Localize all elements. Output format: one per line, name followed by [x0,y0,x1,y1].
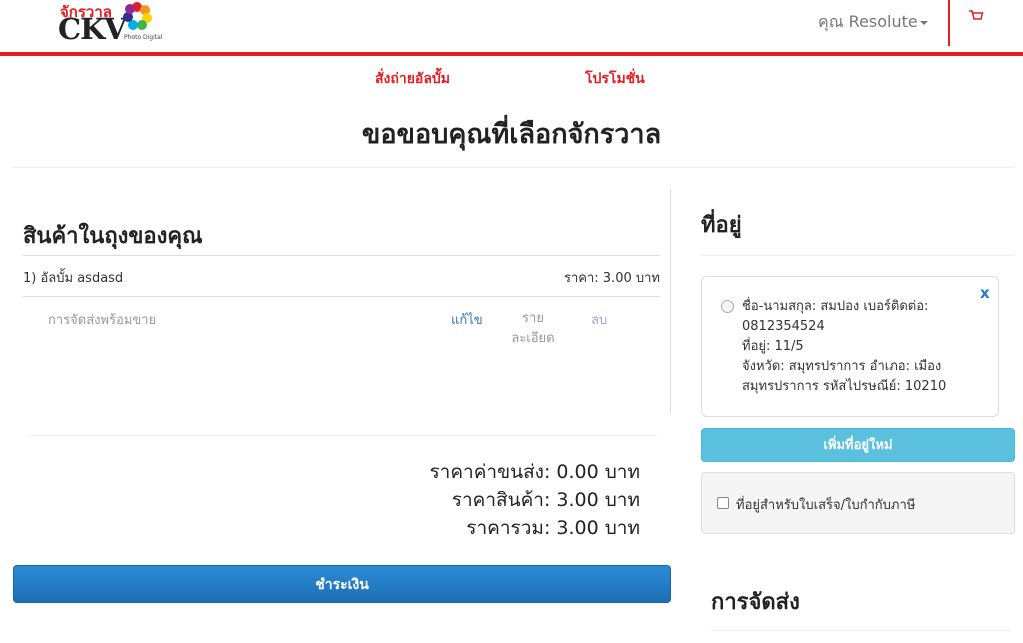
shipping-total: ราคาค่าขนส่ง: 0.00 บาท [429,461,640,483]
column-divider [670,189,671,414]
ckv-logo[interactable]: จักรวาล CKV Photo Digital [56,0,166,46]
shipping-status: การจัดส่งพร้อมขาย [48,313,157,328]
item-divider [23,296,660,297]
add-address-button[interactable]: เพิ่มที่อยู่ใหม่ [701,428,1015,462]
address-radio[interactable] [721,300,734,313]
logo-flower-icon [123,2,152,30]
tax-address-label: ที่อยู่สำหรับใบเสร็จ/ใบกำกับภาษี [736,498,916,513]
detail-link[interactable]: ราย ละเอียด [508,309,558,349]
edit-link[interactable]: แก้ไข [451,309,483,330]
pay-button[interactable]: ชำระเงิน [13,565,671,603]
top-navbar: จักรวาล CKV Photo Digital คุณ Resolute [0,0,1023,52]
product-total: ราคาสินค้า: 3.00 บาท [451,489,640,511]
delete-link[interactable]: ลบ [591,309,607,330]
logo-subtitle: Photo Digital [124,34,163,41]
cart-divider [23,255,660,256]
address-heading: ที่อยู่ [701,213,742,238]
grand-total: ราคารวม: 3.00 บาท [466,517,640,539]
cart-icon[interactable] [968,8,984,24]
close-icon[interactable]: x [980,284,990,302]
address-details: ชื่อ-นามสกุล: สมปอง เบอร์ติดต่อ: 0812354… [742,297,972,397]
address-divider [701,255,1015,256]
order-totals: ราคาค่าขนส่ง: 0.00 บาท ราคาสินค้า: 3.00 … [429,458,640,542]
address-street: ที่อยู่: 11/5 [742,339,804,354]
item-price: ราคา: 3.00 บาท [564,271,660,286]
header-accent-line [0,52,1023,56]
nav-promotion[interactable]: โปรโมชั่น [585,68,645,90]
cart-heading: สินค้าในถุงของคุณ [23,224,203,249]
address-region: จังหวัด: สมุทรปราการ อำเภอ: เมืองสมุทรปร… [742,359,947,394]
address-contact: ชื่อ-นามสกุล: สมปอง เบอร์ติดต่อ: 0812354… [742,299,929,334]
chevron-down-icon [919,20,928,25]
shipping-heading: การจัดส่ง [711,590,800,615]
item-name: 1) อัลบั้ม asdasd [23,271,124,286]
page-title: ขอขอบคุณที่เลือกจักรวาล [361,119,662,150]
user-name: คุณ Resolute [818,12,918,31]
tax-address-checkbox[interactable] [717,497,729,509]
totals-divider [28,435,657,436]
title-divider [12,167,1015,168]
user-menu-dropdown[interactable]: คุณ Resolute [818,10,928,35]
logo-ckv-text: CKV [58,12,127,46]
shipping-divider [711,630,1011,631]
header-divider [948,0,950,46]
nav-order-album[interactable]: สั่งถ่ายอัลบั้ม [375,68,450,90]
